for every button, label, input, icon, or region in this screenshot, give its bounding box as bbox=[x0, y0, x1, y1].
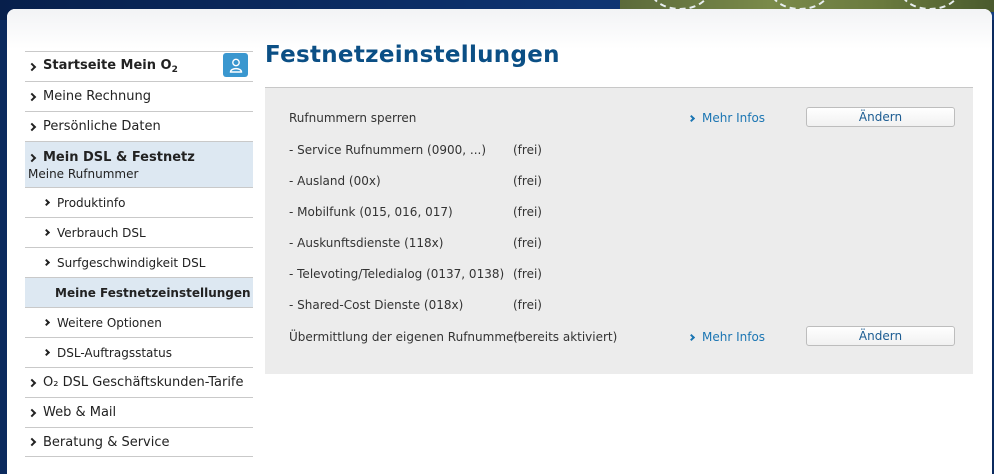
setting-label: - Auskunftsdienste (118x) bbox=[289, 236, 444, 250]
sidebar-item-label: Startseite Mein O2 bbox=[43, 58, 178, 75]
sidebar-item-surfgeschwindigkeit[interactable]: Surfgeschwindigkeit DSL bbox=[25, 247, 253, 277]
sidebar-item-label: Persönliche Daten bbox=[43, 119, 161, 134]
chevron-right-icon bbox=[42, 228, 51, 237]
sidebar-item-persoenliche-daten[interactable]: Persönliche Daten bbox=[25, 111, 253, 141]
setting-value: (frei) bbox=[513, 174, 542, 188]
sidebar-item-label: Surfgeschwindigkeit DSL bbox=[57, 255, 206, 270]
sidebar-item-weitere-optionen[interactable]: Weitere Optionen bbox=[25, 307, 253, 337]
setting-value: (frei) bbox=[513, 267, 542, 281]
setting-value: (frei) bbox=[513, 236, 542, 250]
sidebar-item-label: Meine Festnetzeinstellungen bbox=[55, 285, 251, 300]
sidebar-item-verbrauch-dsl[interactable]: Verbrauch DSL bbox=[25, 217, 253, 247]
sidebar-item-label: Produktinfo bbox=[57, 195, 126, 210]
sidebar-item-beratung-service[interactable]: Beratung & Service bbox=[25, 427, 253, 457]
chevron-right-icon bbox=[27, 437, 37, 447]
chevron-right-icon bbox=[27, 153, 37, 162]
change-button[interactable]: Ändern bbox=[806, 107, 955, 127]
chevron-right-icon bbox=[687, 333, 696, 341]
more-info-link[interactable]: Mehr Infos bbox=[687, 111, 765, 125]
sidebar-item-rechnung[interactable]: Meine Rechnung bbox=[25, 81, 253, 111]
chevron-right-icon bbox=[42, 198, 51, 207]
setting-value: (frei) bbox=[513, 205, 542, 219]
setting-value: (bereits aktiviert) bbox=[513, 330, 618, 344]
setting-label: - Ausland (00x) bbox=[289, 174, 381, 188]
sidebar-item-label: Meine Rechnung bbox=[43, 89, 151, 104]
change-button[interactable]: Ändern bbox=[806, 326, 955, 346]
sidebar-item-label: Weitere Optionen bbox=[57, 315, 162, 330]
sidebar-item-label: Web & Mail bbox=[43, 405, 117, 420]
sidebar-item-startseite[interactable]: Startseite Mein O2 bbox=[25, 51, 253, 81]
sidebar-item-label: DSL-Auftragsstatus bbox=[57, 345, 172, 360]
setting-value: (frei) bbox=[513, 298, 542, 312]
sidebar-item-geschaeftskunden-tarife[interactable]: O₂ DSL Geschäftskunden-Tarife bbox=[25, 367, 253, 397]
sidebar-item-web-mail[interactable]: Web & Mail bbox=[25, 397, 253, 427]
settings-panel: Rufnummern sperren Mehr Infos Ändern - S… bbox=[265, 87, 973, 374]
sidebar-item-label: Mein DSL & Festnetz bbox=[43, 150, 195, 165]
sidebar-item-dsl-festnetz[interactable]: Mein DSL & Festnetz Meine Rufnummer bbox=[25, 141, 253, 187]
setting-value: (frei) bbox=[513, 143, 542, 157]
sidebar-item-label: Beratung & Service bbox=[43, 434, 170, 450]
chevron-right-icon bbox=[42, 348, 51, 357]
sidebar-item-produktinfo[interactable]: Produktinfo bbox=[25, 187, 253, 217]
more-info-link[interactable]: Mehr Infos bbox=[687, 330, 765, 344]
chevron-right-icon bbox=[687, 114, 696, 122]
chevron-right-icon bbox=[27, 408, 37, 417]
setting-label: - Service Rufnummern (0900, ...) bbox=[289, 143, 487, 157]
user-icon[interactable] bbox=[223, 53, 248, 77]
chevron-right-icon bbox=[42, 318, 51, 327]
setting-label: - Shared-Cost Dienste (018x) bbox=[289, 298, 464, 312]
sidebar-item-label: O₂ DSL Geschäftskunden-Tarife bbox=[43, 375, 244, 390]
chevron-right-icon bbox=[27, 122, 37, 131]
page-title: Festnetzeinstellungen bbox=[265, 42, 560, 68]
setting-label: Rufnummern sperren bbox=[289, 111, 417, 125]
chevron-right-icon bbox=[27, 378, 37, 387]
setting-label: - Televoting/Teledialog (0137, 0138) bbox=[289, 267, 505, 281]
sidebar-item-dsl-auftragsstatus[interactable]: DSL-Auftragsstatus bbox=[25, 337, 253, 367]
setting-label: Übermittlung der eigenen Rufnummer bbox=[289, 330, 519, 344]
sidebar-item-festnetzeinstellungen[interactable]: Meine Festnetzeinstellungen bbox=[25, 277, 253, 307]
chevron-right-icon bbox=[27, 62, 37, 71]
sidebar-item-label: Verbrauch DSL bbox=[57, 225, 146, 240]
sidebar: Startseite Mein O2 Meine Rechnung Persön… bbox=[25, 51, 253, 457]
chevron-right-icon bbox=[42, 258, 51, 267]
setting-label: - Mobilfunk (015, 016, 017) bbox=[289, 205, 453, 219]
sidebar-item-subtitle: Meine Rufnummer bbox=[28, 167, 139, 181]
chevron-right-icon bbox=[27, 92, 37, 101]
